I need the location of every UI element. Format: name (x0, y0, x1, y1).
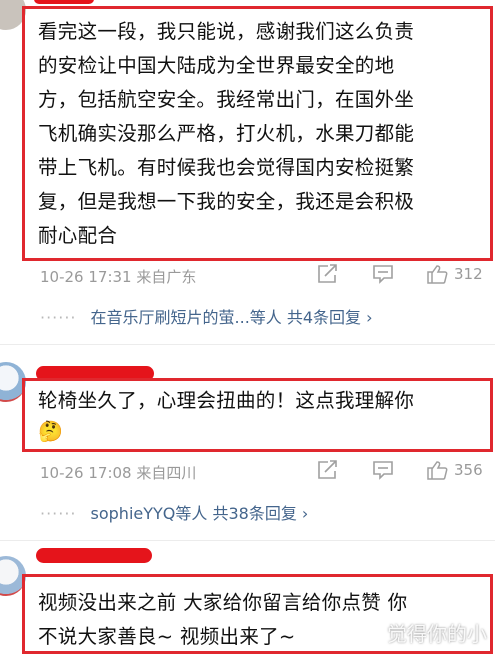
like-button[interactable]: 312 (426, 264, 483, 284)
share-button[interactable] (316, 460, 338, 480)
thinking-emoji: 🤔 (38, 419, 63, 443)
comment-divider (0, 540, 495, 541)
comment-button[interactable] (372, 264, 394, 284)
reply-summary-text: 在音乐厅刷短片的萤...等人 共4条回复 › (90, 308, 373, 327)
like-count: 312 (454, 265, 483, 283)
comment-icon (373, 265, 393, 284)
comment-timestamp: 10-26 17:31 来自广东 (40, 268, 197, 286)
comment-divider (0, 344, 495, 345)
like-icon (427, 265, 448, 284)
reply-indent-dots: ······ (40, 308, 77, 327)
reply-summary-link[interactable]: ······ 在音乐厅刷短片的萤...等人 共4条回复 › (40, 304, 373, 328)
comment-text: 看完这一段，我只能说，感谢我们这么负责 的安检让中国大陆成为全世界最安全的地 方… (38, 20, 415, 247)
reply-summary-text: sophieYYQ等人 共38条回复 › (90, 504, 309, 523)
comment-button[interactable] (372, 460, 394, 480)
comment-icon (373, 461, 393, 480)
comment-text: 轮椅坐久了，心理会扭曲的！这点我理解你 (38, 389, 415, 412)
reply-indent-dots: ······ (40, 504, 77, 523)
share-icon (318, 264, 337, 283)
comment-timestamp: 10-26 17:08 来自四川 (40, 464, 197, 482)
watermark: 觉得你的小 (387, 622, 487, 646)
share-icon (318, 460, 337, 479)
redacted-username (36, 548, 152, 563)
redacted-username (34, 0, 94, 4)
like-button[interactable]: 356 (426, 460, 483, 480)
like-icon (427, 461, 448, 480)
share-button[interactable] (316, 264, 338, 284)
like-count: 356 (454, 461, 483, 479)
reply-summary-link[interactable]: ······ sophieYYQ等人 共38条回复 › (40, 500, 308, 524)
